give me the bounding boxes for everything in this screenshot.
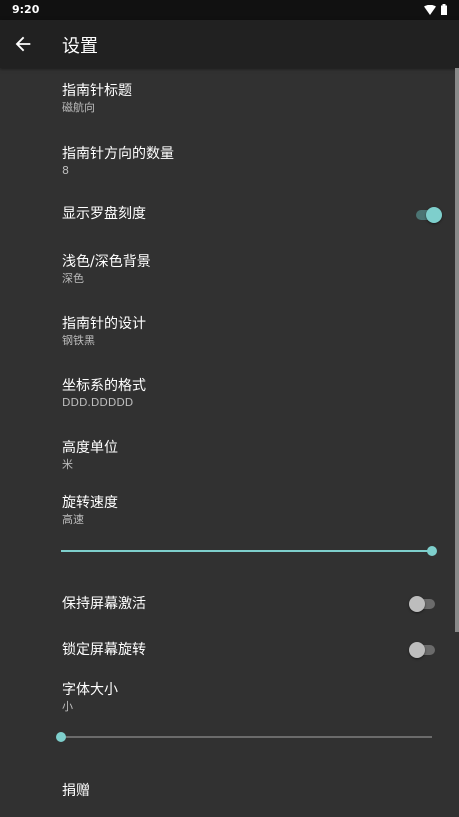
pref-height-unit[interactable]: 高度单位 米	[62, 440, 442, 472]
slider-thumb[interactable]	[56, 732, 66, 742]
pref-compass-title[interactable]: 指南针标题 磁航向	[62, 83, 442, 115]
pref-summary: 高速	[62, 513, 84, 526]
pref-title: 字体大小	[62, 682, 118, 698]
back-arrow-icon[interactable]	[12, 33, 34, 55]
pref-title: 显示罗盘刻度	[62, 206, 146, 222]
switch-thumb	[409, 642, 425, 658]
pref-title: 浅色/深色背景	[62, 254, 151, 270]
slider-fill	[61, 550, 432, 552]
pref-title: 旋转速度	[62, 495, 118, 511]
pref-summary: 8	[62, 164, 69, 177]
pref-coord-format[interactable]: 坐标系的格式 DDD.DDDDD	[62, 378, 442, 410]
slider-rail	[61, 736, 432, 738]
pref-background[interactable]: 浅色/深色背景 深色	[62, 254, 442, 286]
pref-title: 指南针标题	[62, 83, 132, 99]
pref-summary: 米	[62, 458, 73, 471]
slider-thumb[interactable]	[427, 546, 437, 556]
pref-summary: 磁航向	[62, 101, 95, 114]
pref-rotation-speed[interactable]: 旋转速度 高速	[62, 495, 442, 527]
keep-screen-on-switch[interactable]	[409, 596, 435, 612]
status-time: 9:20	[12, 3, 40, 16]
show-scale-switch[interactable]	[416, 207, 442, 223]
pref-title: 指南针方向的数量	[62, 146, 174, 162]
page-title: 设置	[62, 36, 98, 57]
switch-thumb	[426, 207, 442, 223]
wifi-icon	[424, 4, 436, 15]
pref-title: 指南针的设计	[62, 316, 146, 332]
pref-title: 坐标系的格式	[62, 378, 146, 394]
pref-title: 高度单位	[62, 440, 118, 456]
pref-summary: DDD.DDDDD	[62, 396, 134, 409]
pref-summary: 钢铁黑	[62, 334, 95, 347]
status-bar: 9:20	[0, 0, 459, 20]
pref-summary: 小	[62, 700, 73, 713]
pref-design[interactable]: 指南针的设计 钢铁黑	[62, 316, 442, 348]
system-icons	[424, 4, 447, 15]
battery-icon	[441, 4, 447, 15]
pref-direction-count[interactable]: 指南针方向的数量 8	[62, 146, 442, 178]
font-size-slider[interactable]	[56, 731, 432, 743]
pref-title: 保持屏幕激活	[62, 596, 146, 612]
pref-font-size[interactable]: 字体大小 小	[62, 682, 442, 714]
pref-title: 捐赠	[62, 783, 90, 799]
switch-thumb	[409, 596, 425, 612]
pref-summary: 深色	[62, 272, 84, 285]
pref-keep-screen-on[interactable]: 保持屏幕激活	[62, 596, 442, 613]
rotation-speed-slider[interactable]	[61, 545, 437, 557]
pref-donate[interactable]: 捐赠	[62, 783, 442, 800]
scrollbar[interactable]	[455, 68, 459, 632]
lock-rotation-switch[interactable]	[409, 642, 435, 658]
pref-show-scale[interactable]: 显示罗盘刻度	[62, 206, 442, 223]
pref-title: 锁定屏幕旋转	[62, 642, 146, 658]
pref-lock-rotation[interactable]: 锁定屏幕旋转	[62, 642, 442, 659]
app-toolbar: 设置	[0, 20, 459, 68]
